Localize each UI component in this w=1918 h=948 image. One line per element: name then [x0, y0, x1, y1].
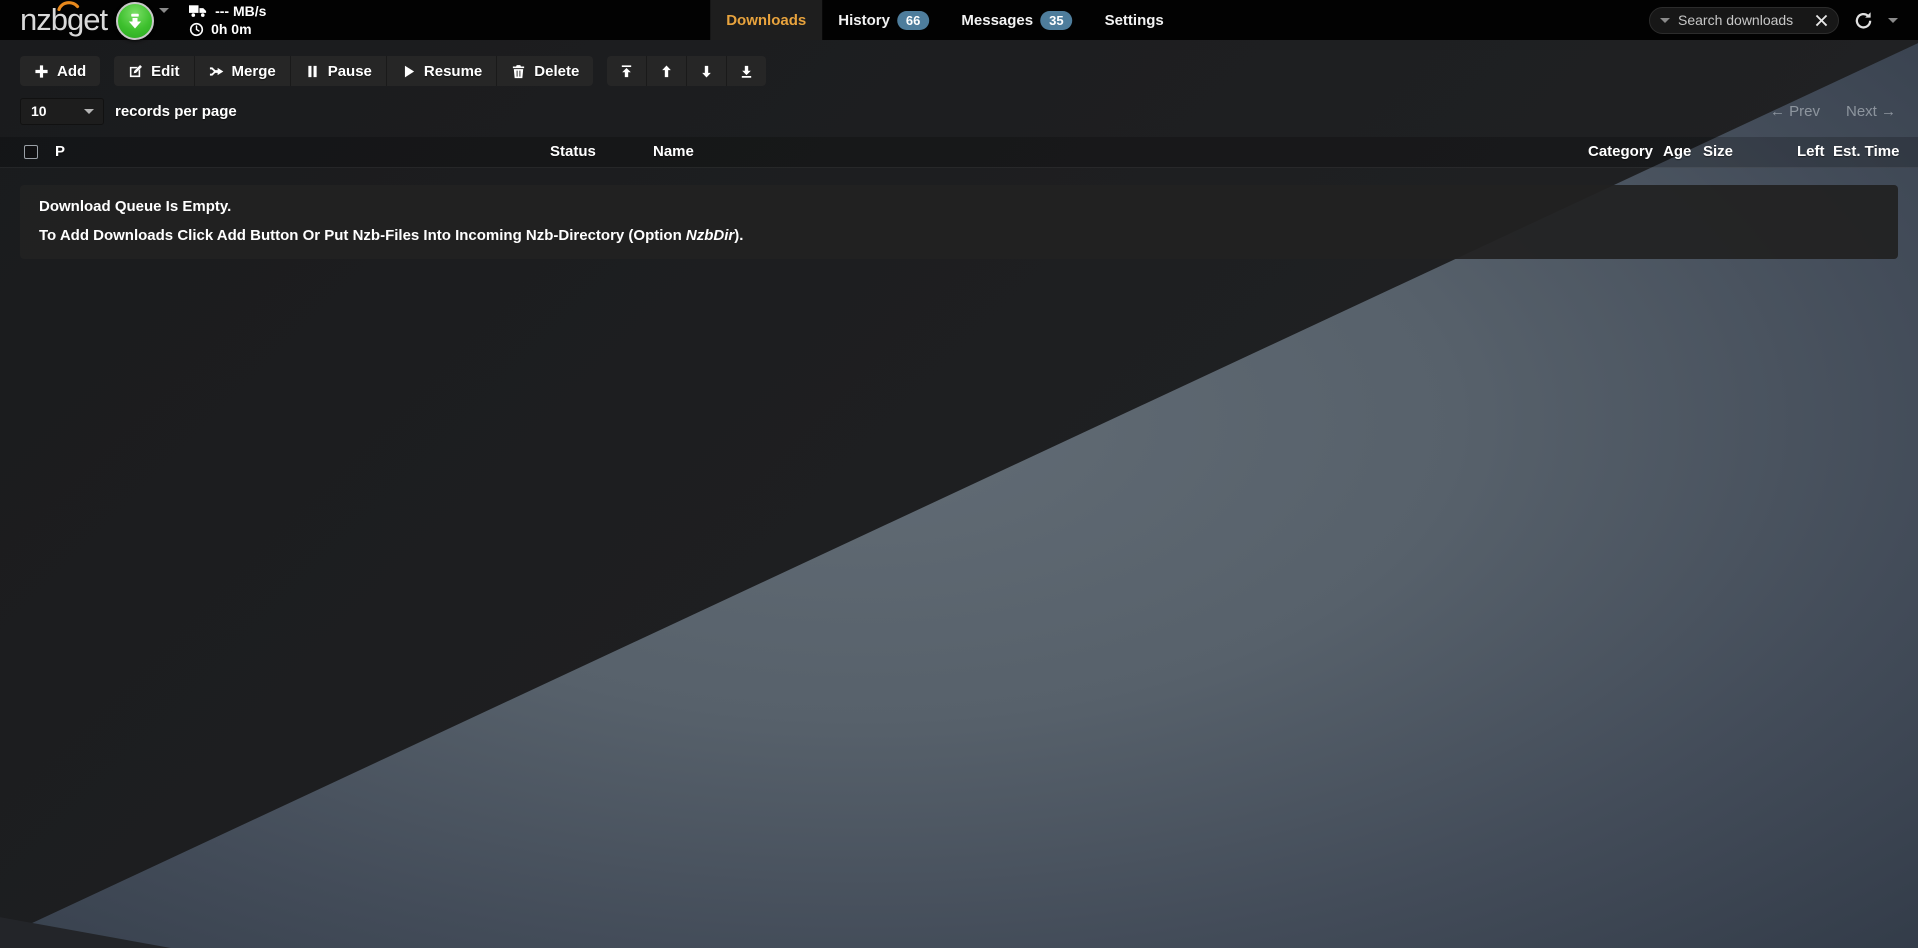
play-icon — [401, 64, 416, 79]
tab-history[interactable]: History 66 — [822, 0, 945, 40]
merge-button[interactable]: Merge — [194, 56, 290, 86]
edit-button-label: Edit — [151, 63, 179, 80]
column-status: Status — [550, 143, 596, 160]
pause-button[interactable]: Pause — [290, 56, 386, 86]
resume-button-label: Resume — [424, 63, 482, 80]
prev-page-link[interactable]: ← Prev — [1770, 103, 1820, 120]
downloads-page: Add Edit Merge — [0, 40, 1918, 948]
tab-messages[interactable]: Messages 35 — [945, 0, 1088, 40]
column-category: Category — [1588, 143, 1653, 160]
move-top-button[interactable] — [607, 56, 646, 86]
search-options-caret-icon[interactable] — [1660, 18, 1670, 23]
edit-icon — [128, 64, 143, 79]
move-down-button[interactable] — [686, 56, 726, 86]
clock-icon — [189, 22, 204, 37]
history-count-badge: 66 — [897, 11, 929, 30]
refresh-button[interactable] — [1854, 11, 1873, 30]
plus-icon — [34, 64, 49, 79]
empty-queue-panel: Download Queue Is Empty. To Add Download… — [20, 185, 1898, 259]
edit-actions-group: Edit Merge Pause — [114, 56, 593, 86]
logo-arc-icon — [57, 0, 80, 11]
merge-icon — [209, 64, 224, 79]
column-left: Left — [1797, 143, 1825, 160]
column-priority: P — [55, 143, 65, 160]
messages-count-badge: 35 — [1040, 11, 1072, 30]
truck-icon — [189, 4, 208, 18]
column-size: Size — [1703, 143, 1733, 160]
hint-text-suffix: ). — [734, 227, 743, 244]
pause-button-label: Pause — [328, 63, 372, 80]
tab-downloads-label: Downloads — [726, 12, 806, 29]
download-toggle-button[interactable] — [116, 2, 154, 40]
move-down-icon — [699, 64, 714, 79]
records-per-page-label: records per page — [115, 103, 237, 120]
column-est-time: Est. Time — [1833, 143, 1899, 160]
records-row: 10 records per page ← Prev Next → — [20, 97, 1896, 125]
delete-button[interactable]: Delete — [496, 56, 593, 86]
top-navbar: nzbget --- MB/s 0h 0m — [0, 0, 1918, 40]
select-all-checkbox[interactable] — [24, 145, 38, 159]
page-size-caret-icon — [84, 109, 94, 114]
time-value: 0h 0m — [211, 21, 251, 37]
tab-downloads[interactable]: Downloads — [710, 0, 822, 40]
tab-settings-label: Settings — [1105, 12, 1164, 29]
tab-settings[interactable]: Settings — [1089, 0, 1180, 40]
move-bottom-icon — [739, 64, 754, 79]
move-up-button[interactable] — [646, 56, 686, 86]
resume-button[interactable]: Resume — [386, 56, 496, 86]
search-input[interactable] — [1678, 12, 1807, 28]
next-page-link[interactable]: Next → — [1846, 103, 1896, 120]
page-background: Add Edit Merge — [0, 40, 1918, 948]
status-group: --- MB/s 0h 0m — [189, 3, 266, 37]
page-size-value: 10 — [31, 103, 47, 119]
page-size-select[interactable]: 10 — [20, 98, 104, 125]
queue-table-header: P Status Name Category Age Size Left Est… — [0, 137, 1918, 168]
pause-icon — [305, 64, 320, 79]
app-logo: nzbget — [20, 0, 107, 40]
column-name: Name — [653, 143, 694, 160]
trash-icon — [511, 64, 526, 79]
move-bottom-button[interactable] — [726, 56, 766, 86]
empty-queue-hint: To Add Downloads Click Add Button Or Put… — [39, 227, 1879, 244]
queue-toolbar: Add Edit Merge — [20, 56, 766, 86]
tab-messages-label: Messages — [961, 12, 1033, 29]
search-clear-button[interactable] — [1815, 14, 1828, 27]
speed-value: --- MB/s — [215, 3, 266, 19]
download-arrow-icon — [125, 11, 145, 31]
column-age: Age — [1663, 143, 1691, 160]
move-top-icon — [619, 64, 634, 79]
hint-option-name: NzbDir — [686, 227, 734, 244]
empty-queue-title: Download Queue Is Empty. — [39, 198, 1879, 215]
main-tabs: Downloads History 66 Messages 35 Setting… — [710, 0, 1180, 40]
tab-history-label: History — [838, 12, 890, 29]
logo-group: nzbget — [20, 0, 169, 40]
search-group — [1649, 7, 1898, 34]
refresh-icon — [1854, 11, 1873, 30]
edit-button[interactable]: Edit — [114, 56, 193, 86]
time-status: 0h 0m — [189, 21, 266, 37]
add-button[interactable]: Add — [20, 56, 100, 86]
delete-button-label: Delete — [534, 63, 579, 80]
search-box — [1649, 7, 1839, 34]
speed-status: --- MB/s — [189, 3, 266, 19]
refresh-interval-caret-icon[interactable] — [1888, 18, 1898, 23]
add-button-label: Add — [57, 63, 86, 80]
move-up-icon — [659, 64, 674, 79]
pager: ← Prev Next → — [1770, 103, 1896, 120]
x-icon — [1815, 14, 1828, 27]
move-group — [607, 56, 766, 86]
merge-button-label: Merge — [232, 63, 276, 80]
add-group: Add — [20, 56, 100, 86]
hint-text: To Add Downloads Click Add Button Or Put… — [39, 227, 686, 244]
speed-limit-caret-icon[interactable] — [159, 8, 169, 13]
